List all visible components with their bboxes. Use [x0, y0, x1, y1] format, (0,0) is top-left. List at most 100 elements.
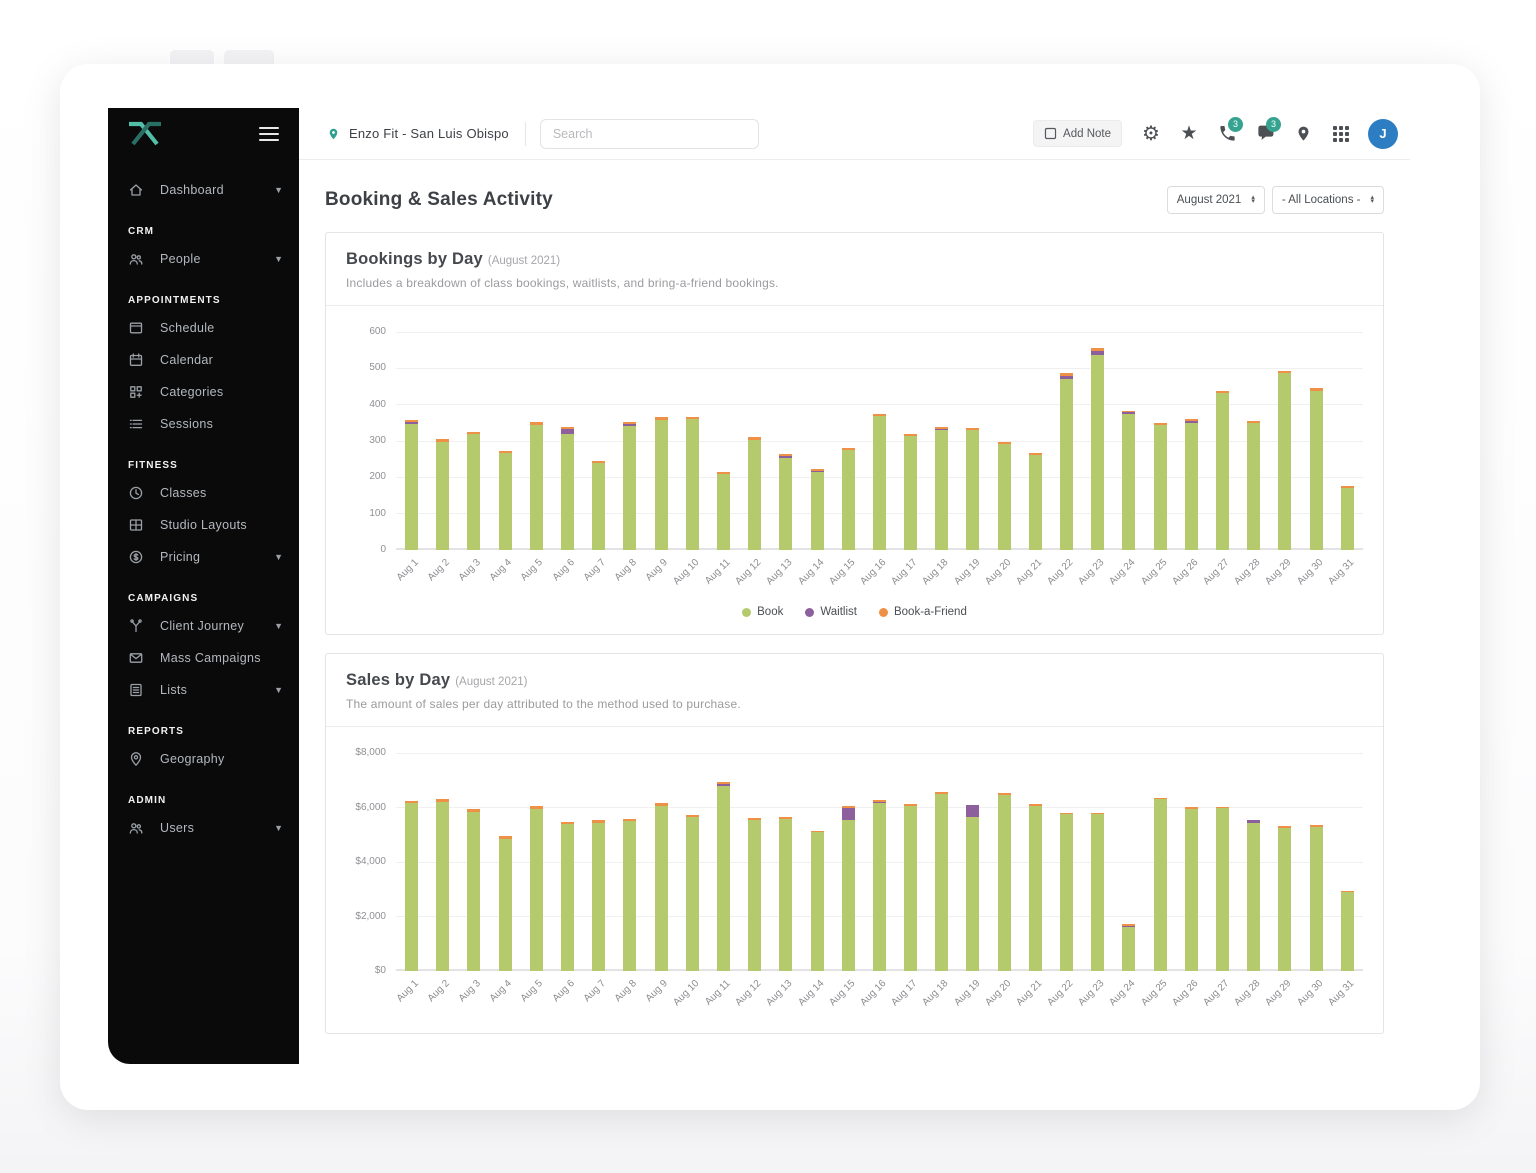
- location-select[interactable]: - All Locations - ▴▾: [1272, 186, 1384, 214]
- y-tick-label: $0: [342, 965, 386, 976]
- bar-slot: [1051, 753, 1082, 971]
- stacked-bar-aug-12: [748, 818, 761, 971]
- bar-segment-book: [779, 819, 792, 971]
- sidebar-item-classes[interactable]: Classes: [108, 477, 299, 509]
- stacked-bar-aug-17: [904, 434, 917, 550]
- bar-slot: [458, 753, 489, 971]
- stacked-bar-aug-6: [561, 427, 574, 550]
- sidebar-item-pricing[interactable]: Pricing▼: [108, 541, 299, 573]
- y-tick-label: $4,000: [342, 856, 386, 867]
- stacked-bar-aug-1: [405, 801, 418, 971]
- x-tick-label: Aug 1: [394, 978, 420, 1004]
- bar-segment-book: [467, 434, 480, 550]
- sidebar-item-label: Calendar: [160, 353, 283, 367]
- bar-slot: [1238, 332, 1269, 550]
- stacked-bar-aug-7: [592, 461, 605, 550]
- stacked-bar-aug-13: [779, 454, 792, 550]
- plot-area: [396, 753, 1363, 971]
- location-pin-icon[interactable]: [1284, 115, 1322, 153]
- sidebar: Dashboard▼CRMPeople▼APPOINTMENTSSchedule…: [108, 108, 299, 1064]
- user-avatar[interactable]: J: [1368, 119, 1398, 149]
- x-tick-label: Aug 7: [581, 557, 607, 583]
- calendar-icon: [128, 352, 144, 368]
- sidebar-section-header: ADMIN: [108, 775, 299, 812]
- sidebar-item-studio-layouts[interactable]: Studio Layouts: [108, 509, 299, 541]
- sidebar-item-dashboard[interactable]: Dashboard▼: [108, 174, 299, 206]
- calls-icon[interactable]: 3: [1208, 115, 1246, 153]
- bar-segment-book: [966, 817, 979, 971]
- stacked-bar-aug-5: [530, 422, 543, 550]
- add-note-button[interactable]: Add Note: [1033, 120, 1122, 147]
- search-input[interactable]: [540, 119, 759, 149]
- card-title-row: Bookings by Day(August 2021): [346, 250, 1363, 269]
- bar-segment-book: [811, 472, 824, 550]
- sidebar-item-label: People: [160, 252, 274, 266]
- bar-segment-book: [1185, 423, 1198, 550]
- y-tick-label: 100: [342, 508, 386, 519]
- bar-segment-book: [1278, 373, 1291, 550]
- bar-slot: [864, 753, 895, 971]
- apps-grid-icon[interactable]: [1322, 115, 1360, 153]
- messages-icon[interactable]: 3: [1246, 115, 1284, 153]
- bar-slot: [1238, 753, 1269, 971]
- legend-dot: [805, 608, 814, 617]
- sidebar-item-calendar[interactable]: Calendar: [108, 344, 299, 376]
- y-tick-label: 200: [342, 471, 386, 482]
- bar-slot: [989, 753, 1020, 971]
- stacked-bar-aug-30: [1310, 388, 1323, 550]
- bar-slot: [864, 332, 895, 550]
- sidebar-item-label: Dashboard: [160, 183, 274, 197]
- sidebar-item-label: Client Journey: [160, 619, 274, 633]
- sidebar-item-geography[interactable]: Geography: [108, 743, 299, 775]
- sidebar-item-client-journey[interactable]: Client Journey▼: [108, 610, 299, 642]
- notification-badge: 3: [1228, 117, 1243, 132]
- bar-segment-book: [1154, 425, 1167, 550]
- bar-slot: [1269, 332, 1300, 550]
- stacked-bar-aug-28: [1247, 820, 1260, 971]
- card-period: (August 2021): [455, 676, 527, 688]
- stepper-icon: ▴▾: [1370, 196, 1374, 205]
- legend-dot: [879, 608, 888, 617]
- sidebar-item-lists[interactable]: Lists▼: [108, 674, 299, 706]
- stacked-bar-aug-31: [1341, 486, 1354, 550]
- sidebar-item-categories[interactable]: Categories: [108, 376, 299, 408]
- bar-slot: [801, 332, 832, 550]
- bar-segment-book: [966, 430, 979, 550]
- sidebar-item-people[interactable]: People▼: [108, 243, 299, 275]
- bar-segment-book: [779, 458, 792, 550]
- sidebar-item-label: Schedule: [160, 321, 283, 335]
- month-select[interactable]: August 2021 ▴▾: [1167, 186, 1265, 214]
- sidebar-item-schedule[interactable]: Schedule: [108, 312, 299, 344]
- location-indicator[interactable]: Enzo Fit - San Luis Obispo: [327, 126, 509, 142]
- divider: [326, 726, 1383, 727]
- settings-icon[interactable]: ⚙: [1132, 115, 1170, 153]
- bar-segment-waitlist: [842, 808, 855, 820]
- stacked-bar-aug-1: [405, 420, 418, 550]
- add-note-label: Add Note: [1063, 128, 1111, 140]
- stacked-bar-aug-23: [1091, 348, 1104, 550]
- sidebar-item-users[interactable]: Users▼: [108, 812, 299, 844]
- favorites-icon[interactable]: ★: [1170, 115, 1208, 153]
- stacked-bar-aug-2: [436, 439, 449, 550]
- stacked-bar-aug-22: [1060, 373, 1073, 550]
- x-tick-label: Aug 5: [519, 557, 545, 583]
- bar-segment-book: [686, 419, 699, 550]
- bar-slot: [1145, 753, 1176, 971]
- bar-segment-book: [1029, 455, 1042, 550]
- bar-slot: [490, 753, 521, 971]
- bar-slot: [801, 753, 832, 971]
- notification-badge: 3: [1266, 117, 1281, 132]
- y-tick-label: $6,000: [342, 802, 386, 813]
- bar-segment-book: [904, 436, 917, 550]
- menu-toggle-icon[interactable]: [259, 123, 279, 145]
- x-tick-label: Aug 4: [488, 978, 514, 1004]
- sidebar-item-sessions[interactable]: Sessions: [108, 408, 299, 440]
- bar-slot: [926, 332, 957, 550]
- sidebar-item-mass-campaigns[interactable]: Mass Campaigns: [108, 642, 299, 674]
- bar-segment-book: [655, 420, 668, 550]
- bar-slot: [1113, 753, 1144, 971]
- bar-slot: [739, 753, 770, 971]
- stacked-bar-aug-19: [966, 805, 979, 971]
- x-tick-label: Aug 11: [703, 978, 733, 1008]
- x-tick-label: Aug 9: [644, 557, 670, 583]
